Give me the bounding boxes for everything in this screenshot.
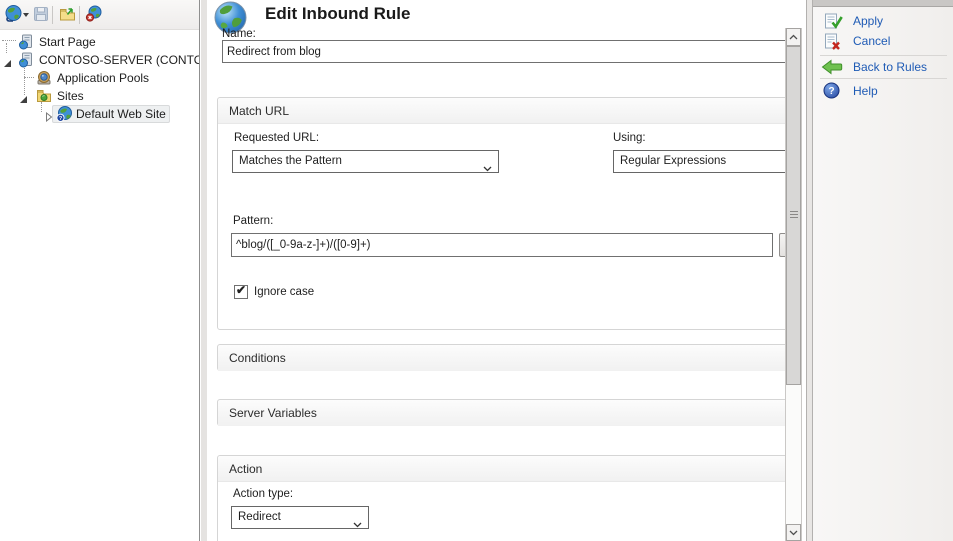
action-type-select[interactable]: Redirect — [231, 506, 369, 529]
dropdown-caret-icon[interactable] — [23, 13, 29, 17]
pattern-input[interactable] — [231, 233, 773, 257]
up-level-button[interactable] — [56, 5, 78, 27]
using-value: Regular Expressions — [620, 155, 726, 167]
sites-folder-icon — [36, 88, 52, 104]
save-button[interactable] — [30, 5, 52, 27]
folder-up-icon — [59, 6, 76, 27]
server-globe-icon — [18, 34, 34, 50]
requested-url-select[interactable]: Matches the Pattern — [232, 150, 499, 173]
chevron-down-icon — [353, 515, 362, 536]
web-site-globe-icon: ? — [56, 106, 72, 122]
help-action[interactable]: ? Help — [813, 83, 953, 103]
chevron-up-icon — [789, 34, 798, 40]
disconnect-button[interactable] — [83, 5, 105, 27]
svg-text:?: ? — [828, 86, 834, 97]
name-input[interactable] — [222, 40, 785, 63]
toolbar-separator — [79, 6, 80, 24]
tree-item-label: Application Pools — [57, 69, 149, 87]
ignore-case-checkbox[interactable] — [234, 285, 248, 299]
expanded-triangle-icon[interactable] — [19, 91, 29, 101]
edit-inbound-rule-page: Edit Inbound Rule Name: Match URL Reques… — [207, 0, 785, 541]
actions-separator — [820, 78, 947, 79]
back-globe-icon — [4, 4, 23, 28]
save-icon — [33, 6, 49, 27]
ignore-case-label: Ignore case — [254, 286, 314, 298]
chevron-down-icon — [483, 159, 492, 180]
toolbar-separator — [52, 6, 53, 24]
back-button[interactable] — [2, 5, 24, 27]
scrollbar-grip-icon — [790, 211, 798, 219]
apply-label: Apply — [853, 14, 883, 28]
actions-separator — [820, 55, 947, 56]
expanded-triangle-icon[interactable] — [3, 55, 13, 65]
iis-manager-window: Start Page CONTOSO-SERVER (CONTOS Applic… — [0, 0, 953, 541]
apply-action[interactable]: Apply — [813, 13, 953, 33]
connections-panel: Start Page CONTOSO-SERVER (CONTOS Applic… — [0, 0, 200, 541]
actions-panel-top-band — [813, 0, 953, 7]
actions-panel-divider — [806, 0, 813, 541]
help-icon: ? — [823, 82, 840, 104]
connections-tree: Start Page CONTOSO-SERVER (CONTOS Applic… — [0, 31, 200, 541]
tree-item-label: Sites — [57, 87, 84, 105]
action-type-label: Action type: — [233, 488, 293, 500]
name-label: Name: — [222, 28, 256, 40]
requested-url-value: Matches the Pattern — [239, 155, 342, 167]
tree-item-default-web-site[interactable]: ? Default Web Site — [0, 105, 200, 123]
conditions-section: Conditions — [217, 344, 785, 371]
requested-url-label: Requested URL: — [234, 132, 319, 144]
tree-item-sites[interactable]: Sites — [0, 87, 200, 105]
back-to-rules-label: Back to Rules — [853, 60, 927, 74]
main-scrollbar[interactable] — [785, 28, 802, 541]
using-label: Using: — [613, 132, 646, 144]
tree-item-application-pools[interactable]: Application Pools — [0, 69, 200, 87]
back-to-rules-action[interactable]: Back to Rules — [813, 59, 953, 79]
cancel-action[interactable]: Cancel — [813, 33, 953, 53]
tree-item-start-page[interactable]: Start Page — [0, 33, 200, 51]
action-section-header[interactable]: Action — [218, 456, 785, 482]
server-globe-icon — [18, 52, 34, 68]
scroll-up-button[interactable] — [786, 28, 801, 46]
scrollbar-thumb[interactable] — [786, 46, 801, 385]
application-pools-icon — [36, 70, 52, 86]
match-url-section-header[interactable]: Match URL — [218, 98, 785, 124]
actions-panel: Apply Cancel Back to Rules ? Help — [813, 0, 953, 541]
pattern-label: Pattern: — [233, 215, 273, 227]
disconnect-icon — [85, 5, 103, 27]
conditions-section-header[interactable]: Conditions — [218, 345, 785, 371]
collapsed-triangle-icon[interactable] — [45, 109, 55, 119]
server-variables-section: Server Variables — [217, 399, 785, 426]
server-variables-section-header[interactable]: Server Variables — [218, 400, 785, 426]
chevron-down-icon — [789, 530, 798, 536]
connections-toolbar — [0, 0, 200, 30]
action-type-value: Redirect — [238, 511, 281, 523]
scroll-down-button[interactable] — [786, 524, 801, 541]
using-select[interactable]: Regular Expressions — [613, 150, 785, 173]
help-label: Help — [853, 84, 878, 98]
match-url-section: Match URL Requested URL: Matches the Pat… — [217, 97, 785, 330]
tree-item-label: CONTOSO-SERVER (CONTOS — [39, 51, 199, 69]
action-section: Action Action type: Redirect — [217, 455, 785, 541]
back-arrow-icon — [821, 59, 844, 80]
cancel-label: Cancel — [853, 34, 890, 48]
tree-item-label: Start Page — [39, 33, 96, 51]
tree-item-label: Default Web Site — [76, 105, 166, 123]
tree-item-server[interactable]: CONTOSO-SERVER (CONTOS — [0, 51, 200, 69]
page-title: Edit Inbound Rule — [265, 4, 410, 24]
cancel-icon — [824, 33, 847, 56]
